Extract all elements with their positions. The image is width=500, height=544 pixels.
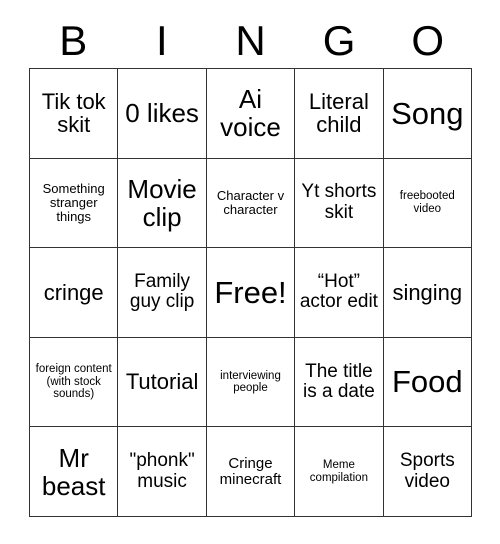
bingo-cell-label: Literal child	[308, 88, 369, 138]
bingo-cell-b1[interactable]: Tik tok skit	[30, 69, 119, 159]
bingo-cell-o1[interactable]: Song	[383, 69, 472, 159]
bingo-cell-label: Tik tok skit	[41, 88, 106, 138]
bingo-cell-i4[interactable]: Tutorial	[118, 337, 207, 428]
bingo-cell-label: singing	[392, 279, 463, 305]
bingo-cell-g1[interactable]: Literal child	[295, 69, 384, 159]
bingo-cell-label: Cringe minecraft	[219, 454, 282, 488]
bingo-cell-label: Meme compilation	[309, 459, 368, 484]
bingo-header-letter-g: G	[322, 17, 356, 64]
bingo-cell-label: Ai voice	[220, 84, 281, 143]
bingo-cell-i1[interactable]: 0 likes	[118, 69, 207, 159]
bingo-cell-b4[interactable]: foreign content (with stock sounds)	[30, 337, 119, 428]
bingo-header-letter-i: I	[156, 17, 168, 64]
bingo-cell-n4[interactable]: interviewing people	[206, 337, 296, 428]
bingo-cell-label: foreign content (with stock sounds)	[35, 363, 112, 401]
bingo-cell-label: The title is a date	[302, 360, 375, 403]
bingo-cell-n5[interactable]: Cringe minecraft	[206, 427, 296, 517]
bingo-header-letter-o: O	[411, 17, 444, 64]
bingo-cell-free-space[interactable]: Free!	[206, 248, 296, 338]
bingo-cell-o5[interactable]: Sports video	[383, 427, 472, 517]
bingo-cell-i2[interactable]: Movie clip	[118, 158, 207, 249]
bingo-card: B I N G O Tik tok skit 0 likes Ai voice …	[0, 0, 500, 544]
bingo-cell-label: Movie clip	[127, 173, 197, 232]
bingo-cell-label: 0 likes	[125, 98, 199, 129]
bingo-cell-b2[interactable]: Something stranger things	[30, 158, 119, 249]
bingo-cell-i3[interactable]: Family guy clip	[118, 248, 207, 338]
bingo-cell-n1[interactable]: Ai voice	[206, 69, 296, 159]
bingo-cell-o4[interactable]: Food	[383, 337, 472, 428]
bingo-cell-label: “Hot” actor edit	[299, 270, 378, 313]
bingo-grid: Tik tok skit 0 likes Ai voice Literal ch…	[29, 68, 472, 517]
bingo-free-space-label: Free!	[214, 274, 287, 310]
bingo-cell-n2[interactable]: Character v character	[206, 158, 296, 249]
bingo-cell-label: Tutorial	[125, 369, 199, 395]
bingo-cell-label: Something stranger things	[42, 180, 105, 224]
bingo-cell-label: "phonk" music	[129, 450, 195, 492]
bingo-cell-label: Song	[391, 95, 464, 131]
bingo-cell-label: Food	[391, 364, 463, 400]
bingo-cell-i5[interactable]: "phonk" music	[118, 427, 207, 517]
bingo-cell-g3[interactable]: “Hot” actor edit	[295, 248, 384, 338]
bingo-cell-label: Family guy clip	[129, 270, 195, 313]
bingo-cell-label: Character v character	[216, 187, 285, 217]
bingo-cell-g2[interactable]: Yt shorts skit	[295, 158, 384, 249]
bingo-cell-label: Mr beast	[41, 442, 106, 501]
bingo-cell-label: interviewing people	[220, 369, 281, 395]
bingo-cell-g5[interactable]: Meme compilation	[295, 427, 384, 517]
bingo-cell-label: Yt shorts skit	[301, 181, 377, 223]
bingo-cell-b5[interactable]: Mr beast	[30, 427, 119, 517]
bingo-cell-o2[interactable]: freebooted video	[383, 158, 472, 249]
bingo-cell-label: freebooted video	[399, 190, 455, 215]
bingo-cell-label: cringe	[43, 279, 104, 305]
bingo-header-row: B I N G O	[29, 14, 472, 68]
bingo-cell-o3[interactable]: singing	[383, 248, 472, 338]
bingo-cell-label: Sports video	[399, 450, 455, 492]
bingo-cell-g4[interactable]: The title is a date	[295, 337, 384, 428]
bingo-cell-b3[interactable]: cringe	[30, 248, 119, 338]
bingo-header-letter-n: N	[235, 17, 266, 64]
bingo-header-letter-b: B	[59, 17, 88, 64]
